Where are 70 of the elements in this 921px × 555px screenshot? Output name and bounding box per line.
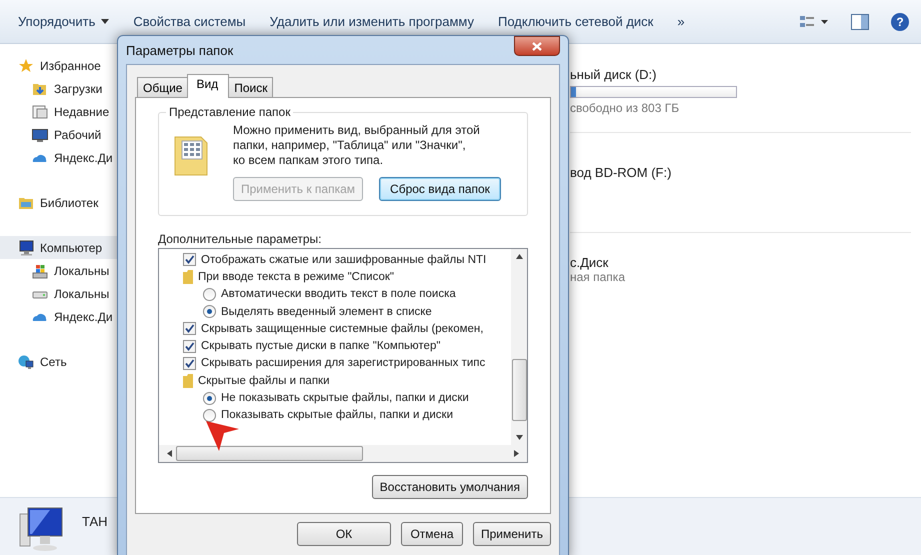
- horizontal-scrollbar[interactable]: [159, 445, 527, 462]
- description-text: Можно применить вид, выбранный для этой папки, например, "Таблица" или "Значки", ко всем папкам этого типа.: [233, 123, 481, 168]
- dialog-button[interactable]: Отмена: [400, 522, 463, 546]
- toolbar-button[interactable]: Упорядочить: [8, 10, 120, 33]
- tab[interactable]: Поиск: [228, 77, 274, 97]
- radio-button[interactable]: [203, 408, 216, 422]
- radio-option[interactable]: Выделять введенный элемент в списке: [159, 302, 527, 320]
- sidebar-item[interactable]: Локальны: [0, 259, 117, 282]
- toolbar-button[interactable]: Подключить сетевой диск: [488, 10, 664, 33]
- folder-icon: [183, 374, 193, 388]
- more-button[interactable]: »: [667, 10, 695, 33]
- close-icon: [532, 42, 542, 50]
- checkbox-option[interactable]: Скрывать пустые диски в папке "Компьютер": [159, 337, 527, 355]
- folder-icon: [183, 270, 193, 284]
- sidebar-item[interactable]: Рабочий: [0, 123, 117, 146]
- toolbar-button[interactable]: Удалить или изменить программу: [260, 10, 484, 33]
- checkbox-option[interactable]: Отображать сжатые или зашифрованные файлы NTI: [159, 251, 527, 268]
- desktop-icon: [32, 126, 48, 142]
- scroll-down-icon[interactable]: [516, 435, 522, 440]
- sidebar-item[interactable]: Избранное: [0, 54, 117, 77]
- recent-places-icon: [32, 104, 48, 120]
- preview-pane-icon[interactable]: [851, 14, 869, 30]
- dialog-button[interactable]: Применить: [472, 522, 551, 546]
- checkbox[interactable]: [183, 340, 196, 353]
- checkbox[interactable]: [183, 356, 196, 370]
- sidebar-item[interactable]: Загрузки: [0, 77, 117, 100]
- radio-option[interactable]: Показывать скрытые файлы, папки и диски: [159, 406, 527, 424]
- drive-info: свободно из 803 ГБ: [570, 101, 680, 115]
- sidebar-item[interactable]: Локальны: [0, 282, 117, 305]
- sidebar-item[interactable]: Недавние: [0, 100, 117, 123]
- dialog-button[interactable]: Сброс вида папок: [379, 177, 501, 201]
- sidebar-item[interactable]: Компьютер: [0, 236, 117, 259]
- radio-button[interactable]: [203, 288, 216, 301]
- radio-option[interactable]: Автоматически вводить текст в поле поиска: [159, 286, 527, 303]
- drive-name[interactable]: с.Диск: [570, 255, 911, 270]
- computer-name: ТАН: [82, 514, 108, 529]
- sidebar-item[interactable]: Сеть: [0, 350, 117, 373]
- close-button[interactable]: [514, 36, 560, 56]
- pointer-arrow-icon: [205, 420, 241, 452]
- radio-button[interactable]: [203, 392, 216, 405]
- scroll-left-icon[interactable]: [167, 450, 172, 457]
- view-options-icon[interactable]: [799, 14, 829, 28]
- system-drive-icon: [32, 262, 48, 278]
- tab[interactable]: Общие: [137, 77, 188, 97]
- drive-name[interactable]: вод BD-ROM (F:): [570, 165, 911, 180]
- checkbox[interactable]: [183, 253, 196, 266]
- radio-option[interactable]: Не показывать скрытые файлы, папки и диски: [159, 389, 527, 407]
- toolbar-button[interactable]: Свойства системы: [123, 10, 256, 33]
- section-label: Дополнительные параметры:: [158, 232, 322, 246]
- network-icon: [18, 354, 34, 370]
- restore-defaults-button[interactable]: Восстановить умолчания: [372, 475, 528, 499]
- dialog-title: Параметры папок: [126, 42, 234, 58]
- checkbox[interactable]: [183, 322, 196, 336]
- checkbox-option[interactable]: Скрывать расширения для зарегистрированных типс: [159, 354, 527, 372]
- drive-name[interactable]: ьный диск (D:): [570, 67, 911, 82]
- computer-icon: [18, 240, 34, 256]
- help-button[interactable]: ?: [891, 12, 909, 30]
- radio-button[interactable]: [203, 305, 216, 318]
- star-icon: [18, 58, 34, 74]
- sidebar-item[interactable]: Яндекс.Ди: [0, 146, 117, 169]
- sidebar-item[interactable]: Библиотек: [0, 191, 117, 214]
- sidebar-item[interactable]: Яндекс.Ди: [0, 305, 117, 328]
- drive-info: ная папка: [570, 270, 626, 284]
- dialog-button[interactable]: ОК: [296, 522, 391, 546]
- vertical-scrollbar[interactable]: [511, 249, 527, 445]
- checkbox-option[interactable]: Скрывать защищенные системные файлы (рекомен,: [159, 320, 527, 338]
- group-title: Представление папок: [166, 105, 294, 119]
- scroll-right-icon[interactable]: [514, 450, 519, 457]
- tab[interactable]: Вид: [187, 74, 230, 98]
- scroll-up-icon[interactable]: [516, 254, 522, 259]
